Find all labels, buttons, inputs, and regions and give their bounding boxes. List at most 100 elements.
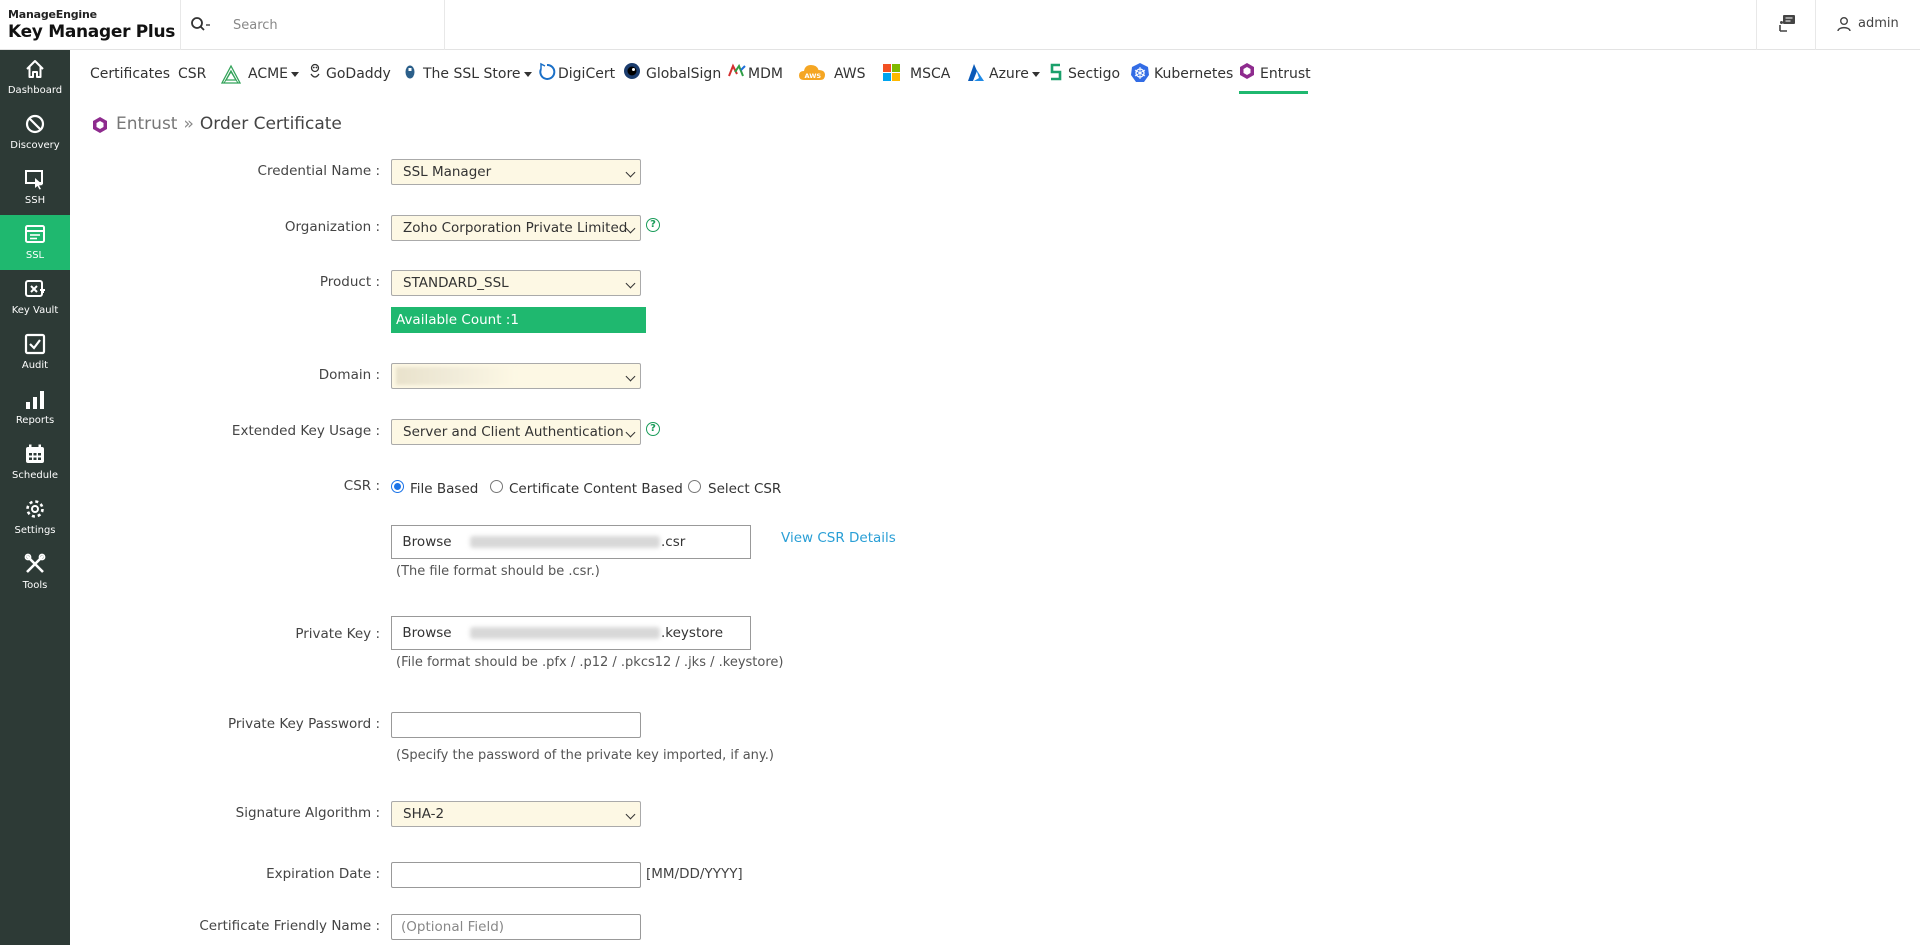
ssh-icon xyxy=(25,170,43,190)
tab-certificates[interactable]: Certificates xyxy=(90,58,170,94)
chevron-down-icon xyxy=(1031,71,1040,77)
expiration-date-label: Expiration Date : xyxy=(266,866,380,882)
search-input[interactable] xyxy=(233,14,433,36)
audit-icon xyxy=(24,333,46,355)
home-icon xyxy=(26,60,44,78)
sidebar-item-discovery[interactable]: Discovery xyxy=(0,105,70,160)
redacted-filename xyxy=(470,536,660,548)
tab-mdm[interactable]: MDM xyxy=(727,58,791,94)
select-csr-label[interactable]: Select CSR xyxy=(708,481,781,497)
tab-azure[interactable]: Azure xyxy=(967,58,1040,94)
extended-key-usage-label: Extended Key Usage : xyxy=(231,423,380,439)
sidebar-item-label: Key Vault xyxy=(11,305,59,316)
select-csr-radio[interactable] xyxy=(688,480,701,493)
signature-algorithm-label: Signature Algorithm : xyxy=(235,805,380,821)
sidebar-item-schedule[interactable]: Schedule xyxy=(0,435,70,490)
private-key-hint: (File format should be .pfx / .p12 / .pk… xyxy=(396,655,784,670)
organization-label: Organization : xyxy=(284,219,380,235)
csr-file-based-label[interactable]: File Based xyxy=(410,481,478,497)
friendly-name-input[interactable] xyxy=(391,914,641,940)
csr-content-based-radio[interactable] xyxy=(490,480,503,493)
csr-browse-button[interactable]: Browse xyxy=(391,525,463,559)
sidebar-item-ssl[interactable]: SSL xyxy=(0,215,70,270)
private-key-password-label: Private Key Password : xyxy=(227,716,380,732)
sidebar-item-label: Reports xyxy=(15,415,55,426)
sidebar-item-label: Tools xyxy=(22,580,48,591)
private-key-file-extension: .keystore xyxy=(661,625,724,641)
tab-godaddy[interactable]: GoDaddy xyxy=(308,58,391,94)
signature-algorithm-select[interactable]: SHA-2 xyxy=(391,801,641,827)
ssl-icon xyxy=(25,225,45,243)
sidebar-item-reports[interactable]: Reports xyxy=(0,380,70,435)
search-icon[interactable] xyxy=(189,15,211,35)
user-icon xyxy=(1837,17,1851,32)
tab-entrust[interactable]: Entrust xyxy=(1239,58,1311,94)
organization-select[interactable]: Zoho Corporation Private Limited xyxy=(391,215,641,241)
tab-globalsign[interactable]: GlobalSign xyxy=(623,58,721,94)
sidebar-item-key-vault[interactable]: Key Vault xyxy=(0,270,70,325)
tab-sectigo[interactable]: Sectigo xyxy=(1048,58,1126,94)
sidebar-item-tools[interactable]: Tools xyxy=(0,545,70,600)
private-key-password-input[interactable] xyxy=(391,712,641,738)
private-key-password-hint: (Specify the password of the private key… xyxy=(396,748,774,763)
expiration-date-input[interactable] xyxy=(391,862,641,888)
private-key-file-field[interactable]: .keystore xyxy=(462,616,751,650)
schedule-icon xyxy=(26,444,44,463)
breadcrumb-separator: » xyxy=(183,114,194,134)
tab-the-ssl-store[interactable]: The SSL Store xyxy=(403,58,532,94)
private-key-browse-button[interactable]: Browse xyxy=(391,616,463,650)
credential-name-select[interactable]: SSL Manager xyxy=(391,159,641,185)
csr-content-based-label[interactable]: Certificate Content Based xyxy=(509,481,683,497)
redacted-filename xyxy=(470,627,660,639)
sidebar-item-dashboard[interactable]: Dashboard xyxy=(0,50,70,105)
breadcrumb-parent[interactable]: Entrust xyxy=(116,114,177,134)
tab-csr[interactable]: CSR xyxy=(178,58,208,94)
friendly-name-label: Certificate Friendly Name : xyxy=(199,918,380,934)
domain-select[interactable] xyxy=(391,363,641,389)
sidebar-item-label: SSH xyxy=(24,195,46,206)
chevron-down-icon xyxy=(523,71,532,77)
tab-msca[interactable]: MSCA xyxy=(882,58,950,94)
organization-help-icon[interactable]: ? xyxy=(646,218,660,232)
chevron-down-icon xyxy=(291,71,300,77)
sidebar-item-label: Discovery xyxy=(10,140,60,151)
brand-main: Key Manager Plus xyxy=(8,22,176,42)
extended-key-usage-select[interactable]: Server and Client Authentication xyxy=(391,419,641,445)
sidebar-item-ssh[interactable]: SSH xyxy=(0,160,70,215)
product-label: Product : xyxy=(319,274,380,290)
available-count-badge: Available Count :1 xyxy=(391,307,646,333)
csr-file-field[interactable]: .csr xyxy=(462,525,751,559)
mdm-icon xyxy=(728,63,746,77)
brand-logo[interactable]: ManageEngine Key Manager Plus xyxy=(8,8,178,44)
sidebar-item-audit[interactable]: Audit xyxy=(0,325,70,380)
sidebar-item-label: Settings xyxy=(14,525,56,536)
private-key-label: Private Key : xyxy=(295,626,380,642)
tab-kubernetes[interactable]: Kubernetes xyxy=(1130,58,1233,94)
key-vault-icon xyxy=(25,280,45,297)
sidebar-item-label: Audit xyxy=(21,360,49,371)
csr-label: CSR : xyxy=(343,478,380,494)
tab-digicert[interactable]: DigiCert xyxy=(537,58,619,94)
sidebar-item-label: SSL xyxy=(25,250,45,261)
godaddy-icon xyxy=(310,63,320,78)
tab-aws[interactable]: AWS AWS xyxy=(798,58,866,94)
announcement-icon xyxy=(1779,15,1795,32)
view-csr-details-link[interactable]: View CSR Details xyxy=(781,530,896,546)
user-name: admin xyxy=(1858,16,1899,31)
user-menu[interactable]: admin xyxy=(1816,0,1920,50)
tab-acme[interactable]: ACME xyxy=(220,58,300,94)
announcement-button[interactable] xyxy=(1756,0,1816,50)
search-area xyxy=(180,0,445,50)
digicert-icon xyxy=(539,62,556,80)
settings-icon xyxy=(26,500,44,518)
sectigo-icon xyxy=(1050,63,1062,81)
svg-text:AWS: AWS xyxy=(805,72,822,80)
eku-help-icon[interactable]: ? xyxy=(646,422,660,436)
product-select[interactable]: STANDARD_SSL xyxy=(391,270,641,296)
sidebar-item-settings[interactable]: Settings xyxy=(0,490,70,545)
sidebar-item-label: Schedule xyxy=(12,470,58,481)
top-header: ManageEngine Key Manager Plus admin xyxy=(0,0,1920,50)
breadcrumb: Entrust » Order Certificate xyxy=(92,114,342,134)
csr-hint: (The file format should be .csr.) xyxy=(396,564,600,579)
csr-file-based-radio[interactable] xyxy=(391,480,404,493)
